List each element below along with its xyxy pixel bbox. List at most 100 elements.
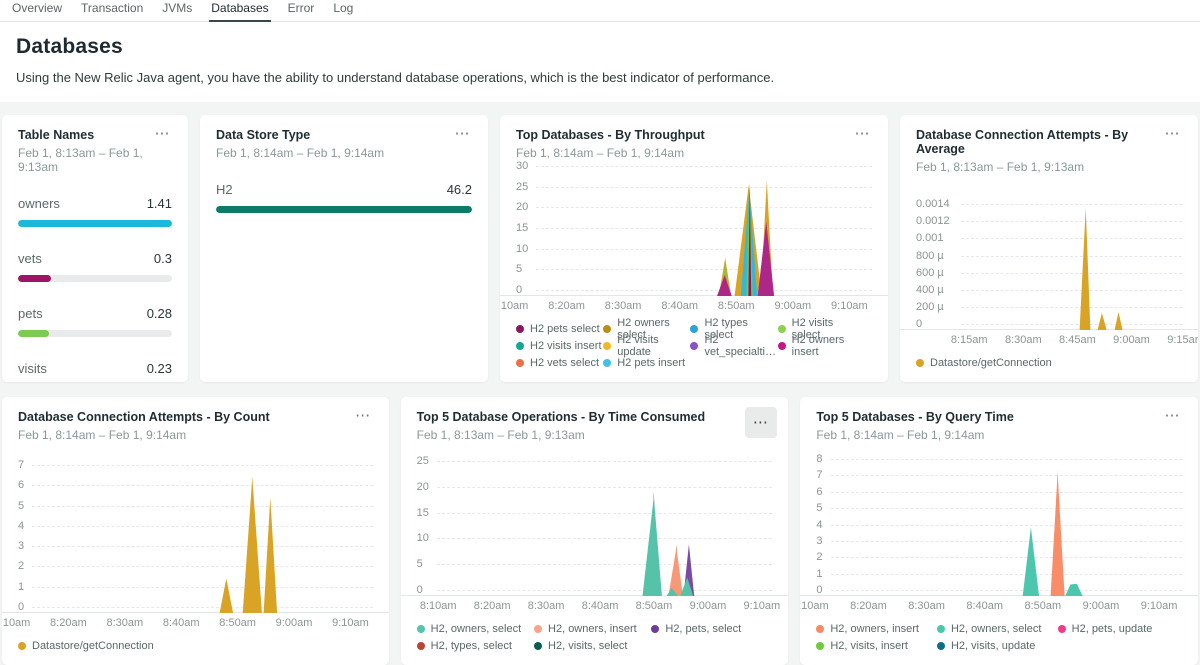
panel-time-range: Feb 1, 8:13am – Feb 1, 9:13am — [18, 146, 172, 174]
chart-series-area[interactable] — [816, 459, 1182, 596]
x-axis-labels: 8:10am8:20am8:30am8:40am8:50am9:00am9:10… — [816, 596, 1182, 613]
bar-row-header: H246.2 — [216, 182, 472, 197]
chart-plot-area[interactable]: 01234567 — [18, 465, 373, 613]
x-tick-label: 8:20am — [474, 600, 511, 612]
bar-row[interactable]: visits 0.23 — [18, 361, 172, 382]
legend-label: H2, owners, select — [431, 623, 521, 635]
legend-dot-icon — [937, 642, 945, 650]
chart-series-area[interactable] — [18, 465, 373, 613]
x-axis-labels: 8:15am8:30am8:45am9:00am9:15am — [916, 330, 1182, 347]
x-tick-label: 8:30am — [528, 600, 565, 612]
x-tick-label: 9:10am — [831, 300, 868, 312]
legend-item[interactable]: H2, owners, insert — [534, 622, 651, 636]
legend-item[interactable]: H2, pets, select — [651, 622, 768, 636]
bar-track — [18, 220, 172, 227]
panel-header: Top Databases - By ThroughputFeb 1, 8:14… — [516, 128, 872, 160]
legend-dot-icon — [816, 625, 824, 633]
legend-label: H2, owners, select — [951, 623, 1041, 635]
legend-dot-icon — [603, 325, 611, 333]
x-tick-label: 8:50am — [636, 600, 673, 612]
series-h2-owners-select — [1066, 584, 1083, 596]
series-h2-owners-select — [642, 496, 661, 596]
bar-label: visits — [18, 361, 47, 376]
legend-item[interactable]: H2, visits, select — [534, 639, 651, 653]
legend-item[interactable]: H2 pets insert — [603, 356, 690, 370]
legend-item[interactable]: H2 visits update — [603, 339, 690, 353]
chart-series-area[interactable] — [417, 461, 773, 596]
legend-item[interactable]: H2 vets select — [516, 356, 603, 370]
chart: 0200 µ400 µ600 µ800 µ0.0010.00120.00148:… — [916, 200, 1182, 347]
ellipsis-icon: ⋯ — [155, 125, 172, 142]
panel-title: Database Connection Attempts - By Averag… — [916, 128, 1182, 156]
panel-menu-button[interactable]: ⋯ — [449, 122, 478, 145]
page-description: Using the New Relic Java agent, you have… — [16, 70, 1184, 85]
panel-menu-button[interactable]: ⋯ — [349, 404, 378, 427]
panel-menu-button[interactable]: ⋯ — [745, 407, 778, 438]
tab-databases[interactable]: Databases — [209, 0, 270, 22]
legend-item[interactable]: Datastore/getConnection — [18, 639, 154, 653]
bar-row-header: owners1.41 — [18, 196, 172, 211]
bar-row[interactable]: H246.2 — [216, 182, 472, 213]
x-tick-label: 8:10am — [500, 300, 528, 312]
legend-item[interactable]: H2, visits, insert — [816, 639, 937, 653]
tab-overview[interactable]: Overview — [10, 0, 64, 22]
x-tick-label: 9:00am — [1113, 334, 1150, 346]
legend-item[interactable]: H2 vet_specialti… — [690, 339, 777, 353]
panel-title: Database Connection Attempts - By Count — [18, 410, 373, 424]
tab-jvms[interactable]: JVMs — [160, 0, 194, 22]
bar-track — [18, 330, 172, 337]
legend-item[interactable]: H2, types, select — [417, 639, 534, 653]
dashboard-row-2: Database Connection Attempts - By Count F… — [2, 397, 1198, 665]
legend-item[interactable]: H2, pets, update — [1058, 622, 1179, 636]
tab-error[interactable]: Error — [286, 0, 317, 22]
legend-dot-icon — [778, 325, 786, 333]
legend-item[interactable]: Datastore/getConnection — [916, 356, 1052, 370]
tab-transaction[interactable]: Transaction — [79, 0, 145, 22]
legend-label: H2, visits, insert — [830, 640, 908, 652]
legend-item[interactable]: H2 pets select — [516, 322, 603, 336]
tab-log[interactable]: Log — [331, 0, 355, 22]
legend-label: H2 owners insert — [792, 334, 865, 358]
x-tick-label: 8:30am — [1005, 334, 1042, 346]
series-h2-owners-insert — [1051, 473, 1065, 596]
bar-row[interactable]: owners1.41 — [18, 196, 172, 227]
chart-plot-area[interactable]: 012345678 — [816, 459, 1182, 596]
ellipsis-icon: ⋯ — [753, 414, 770, 431]
panel-menu-button[interactable]: ⋯ — [149, 122, 178, 145]
ellipsis-icon: ⋯ — [355, 407, 372, 424]
legend-dot-icon — [778, 342, 786, 350]
panel-menu-button[interactable]: ⋯ — [1159, 404, 1188, 427]
series-h2-owners-insert — [668, 548, 683, 597]
legend-item[interactable]: H2, visits, update — [937, 639, 1058, 653]
panel-time-range: Feb 1, 8:14am – Feb 1, 9:14am — [18, 428, 373, 442]
legend-item[interactable]: H2, owners, insert — [816, 622, 937, 636]
x-tick-label: 9:10am — [1141, 600, 1178, 612]
legend-item[interactable]: H2, owners, select — [937, 622, 1058, 636]
legend-dot-icon — [937, 625, 945, 633]
chart-plot-area[interactable]: 0510152025 — [417, 461, 773, 596]
chart-plot-area[interactable]: 0200 µ400 µ600 µ800 µ0.0010.00120.0014 — [916, 200, 1182, 330]
panel-menu-button[interactable]: ⋯ — [1159, 122, 1188, 145]
x-axis-labels: 8:10am8:20am8:30am8:40am8:50am9:00am9:10… — [18, 613, 373, 630]
dashboard-row-1: Table NamesFeb 1, 8:13am – Feb 1, 9:13am… — [2, 115, 1198, 382]
x-axis-labels: 8:10am8:20am8:30am8:40am8:50am9:00am9:10… — [516, 296, 872, 313]
bar-row[interactable]: vets0.3 — [18, 251, 172, 282]
chart-plot-area[interactable]: 051015202530 — [516, 166, 872, 296]
legend-label: H2, owners, insert — [548, 623, 637, 635]
x-tick-label: 9:00am — [276, 617, 313, 629]
x-tick-label: 8:10am — [2, 617, 30, 629]
dashboard: Table NamesFeb 1, 8:13am – Feb 1, 9:13am… — [0, 102, 1200, 665]
bar-value: 0.23 — [147, 361, 172, 376]
legend-item[interactable]: H2 owners insert — [778, 339, 865, 353]
panel-menu-button[interactable]: ⋯ — [849, 122, 878, 145]
legend-dot-icon — [534, 642, 542, 650]
bar-row[interactable]: pets0.28 — [18, 306, 172, 337]
bar-value: 0.28 — [147, 306, 172, 321]
chart-series-area[interactable] — [916, 200, 1182, 330]
chart-series-area[interactable] — [516, 166, 872, 296]
x-axis-labels: 8:10am8:20am8:30am8:40am8:50am9:00am9:10… — [417, 596, 773, 613]
legend-label: H2, owners, insert — [830, 623, 919, 635]
legend-item[interactable]: H2 visits insert — [516, 339, 603, 353]
panel-header: Top 5 Database Operations - By Time Cons… — [417, 410, 773, 442]
legend-item[interactable]: H2, owners, select — [417, 622, 534, 636]
